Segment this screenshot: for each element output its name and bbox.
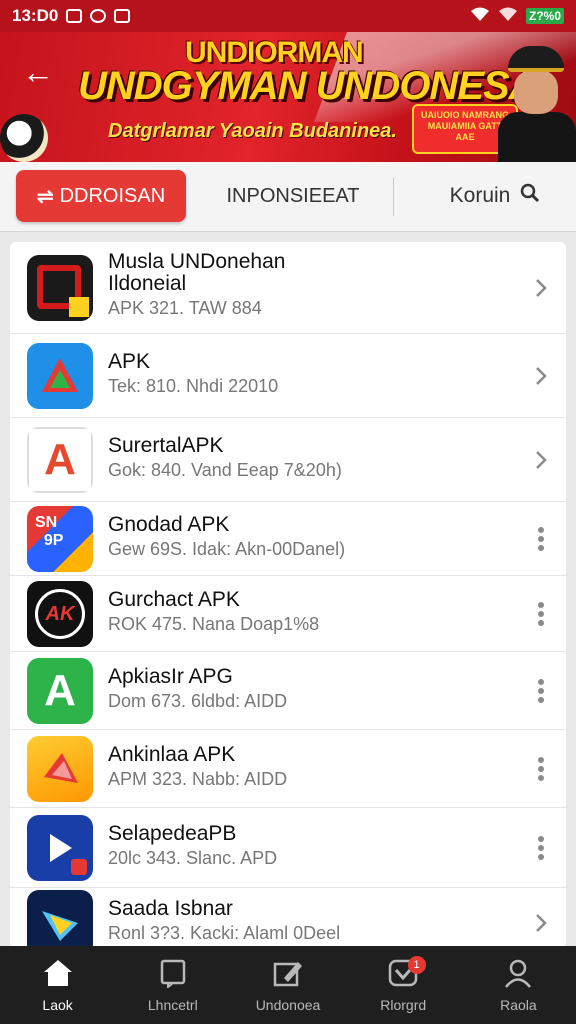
battery-text: Z?%0 [528, 9, 561, 23]
tab-inponsieeat[interactable]: INPONSIEEAT [218, 170, 368, 222]
banner-headline: UNDGYMAN UNDONESA! [78, 64, 550, 108]
notification-icon [114, 9, 131, 23]
nav-item-rlorgrd[interactable]: 1 Rlorgrd [346, 946, 461, 1024]
nav-label: Lhncetrl [147, 996, 198, 1013]
nav-label: Laok [42, 996, 73, 1013]
tab-label: INPONSIEEAT [226, 184, 360, 207]
more-vert-icon[interactable] [526, 833, 556, 863]
signal-icon [498, 6, 518, 27]
more-vert-icon[interactable] [526, 599, 556, 629]
green-a-icon: A [27, 658, 93, 724]
nav-item-raola[interactable]: Raola [461, 946, 576, 1024]
nav-item-lhncetrl[interactable]: Lhncetrl [115, 946, 230, 1024]
tab-search[interactable]: Koruin [430, 170, 560, 222]
app-title: Saada Isbnar [108, 897, 233, 920]
status-bar: 13:D0 Z?%0 [0, 0, 576, 32]
app-subtitle: APK 321. TAW 884 [108, 298, 262, 318]
profile-icon [503, 958, 533, 991]
nav-label: Rlorgrd [380, 996, 427, 1013]
search-icon [520, 183, 540, 209]
filter-icon: ⇌ [36, 185, 54, 208]
promo-banner[interactable]: ← UNDIORMAN UNDGYMAN UNDONESA! Datgrlama… [0, 32, 576, 162]
app-subtitle: ROK 475. Nana Doap1%8 [108, 614, 320, 634]
app-title: Gnodad APK [108, 513, 230, 536]
tab-label: Koruin [449, 184, 511, 207]
multicolor-sn-icon: SN 9P [27, 506, 93, 572]
nav-item-undonoea[interactable]: Undonoea [230, 946, 345, 1024]
triangle-blue-icon [27, 343, 93, 409]
app-subtitle: Ronl 3?3. Kacki: Alaml 0Deel [108, 923, 341, 943]
app-title: Musla UNDonehan [108, 250, 286, 273]
back-arrow-icon[interactable]: ← [20, 54, 56, 90]
tab-ddroisan[interactable]: ⇌ DDROISAN [16, 170, 186, 222]
app-title: ApkiasIr APG [108, 665, 233, 688]
blue-star-icon [27, 890, 93, 948]
red-a-icon: A [27, 427, 93, 493]
app-subtitle: Gew 69S. Idak: Akn-00Danel) [108, 539, 346, 559]
app-title: Gurchact APK [108, 588, 240, 611]
banner-tagline: Datgrlamar Yaoain Budaninea. [108, 120, 397, 142]
nav-item-laok[interactable]: Laok [0, 946, 115, 1024]
app-title: APK [108, 350, 151, 373]
more-vert-icon[interactable] [526, 676, 556, 706]
app-list-item[interactable]: A ApkiasIr APG Dom 673. 6ldbd: AIDD [10, 652, 566, 730]
app-list-item[interactable]: A SurertalAPK Gok: 840. Vand Eeap 7&20h) [10, 418, 566, 502]
app-subtitle: Dom 673. 6ldbd: AIDD [108, 691, 288, 711]
app-subtitle: Tek: 810. Nhdi 22010 [108, 376, 279, 396]
more-vert-icon[interactable] [526, 524, 556, 554]
edit-icon [272, 958, 304, 991]
app-title: Ankinlaa APK [108, 743, 236, 766]
tab-label: DDROISAN [59, 184, 166, 207]
tab-divider [393, 178, 394, 216]
app-subtitle: APM 323. Nabb: AIDD [108, 769, 288, 789]
more-vert-icon[interactable] [526, 754, 556, 784]
app-list-item[interactable]: Saada Isbnar Ronl 3?3. Kacki: Alaml 0Deel [10, 888, 566, 948]
mascot-icon [0, 114, 48, 162]
blue-play-icon [27, 815, 93, 881]
nav-label: Raola [500, 996, 537, 1013]
chevron-right-icon[interactable] [526, 445, 556, 475]
chevron-right-icon[interactable] [526, 273, 556, 303]
chevron-right-icon[interactable] [526, 361, 556, 391]
sync-icon [90, 9, 107, 23]
app-title-line2: Ildoneial [108, 272, 187, 295]
officer-illustration [494, 46, 576, 162]
nav-label: Undonoea [255, 996, 321, 1013]
wifi-icon [470, 6, 490, 27]
status-time: 13:D0 [12, 6, 59, 25]
app-list-item[interactable]: Musla UNDonehan Ildoneial APK 321. TAW 884 [10, 242, 566, 334]
home-icon [42, 958, 74, 991]
app-list-item[interactable]: SelapedeaPB 20lc 343. Slanc. APD [10, 808, 566, 888]
book-icon [158, 958, 188, 991]
battery-icon: Z?%0 [525, 8, 564, 24]
app-list-item[interactable]: Ankinlaa APK APM 323. Nabb: AIDD [10, 730, 566, 808]
app-list: Musla UNDonehan Ildoneial APK 321. TAW 884… [10, 242, 566, 948]
mail-icon [66, 9, 83, 23]
app-subtitle: 20lc 343. Slanc. APD [108, 848, 278, 868]
pp-red-icon [27, 255, 93, 321]
app-subtitle: Gok: 840. Vand Eeap 7&20h) [108, 460, 342, 480]
notification-badge: 1 [407, 956, 426, 974]
bottom-navigation: Laok Lhncetrl Undonoea 1 Rlorgrd Raola [0, 946, 576, 1024]
app-list-item[interactable]: AK Gurchact APK ROK 475. Nana Doap1%8 [10, 576, 566, 652]
app-list-item[interactable]: SN 9P Gnodad APK Gew 69S. Idak: Akn-00Dane… [10, 502, 566, 576]
orange-kite-icon [27, 736, 93, 802]
black-ak-icon: AK [27, 581, 93, 647]
tab-bar: ⇌ DDROISAN INPONSIEEAT Koruin [0, 162, 576, 232]
chevron-right-icon[interactable] [526, 908, 556, 938]
app-title: SurertalAPK [108, 434, 224, 457]
app-list-item[interactable]: APK Tek: 810. Nhdi 22010 [10, 334, 566, 418]
app-title: SelapedeaPB [108, 822, 237, 845]
